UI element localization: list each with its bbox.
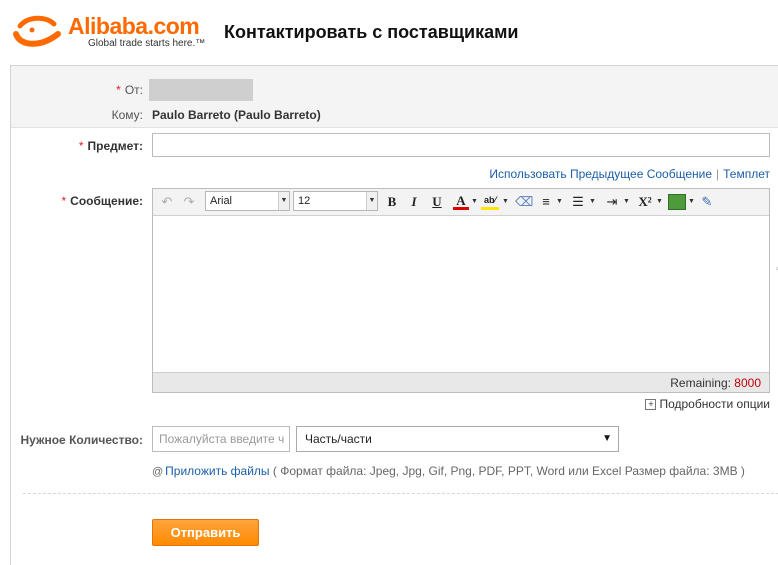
from-label: От: bbox=[124, 83, 143, 97]
send-button[interactable]: Отправить bbox=[152, 519, 259, 546]
contact-form: * От: Кому: Paulo Barreto (Paulo Barreto)… bbox=[10, 65, 778, 565]
font-size-select[interactable]: 12 ▼ bbox=[293, 191, 378, 211]
message-label-wrap: * Сообщение: bbox=[31, 194, 143, 208]
unit-value: Часть/части bbox=[305, 432, 372, 446]
subject-input[interactable] bbox=[152, 133, 770, 157]
divider bbox=[23, 493, 778, 494]
message-label: Сообщение: bbox=[70, 194, 143, 208]
sender-redacted bbox=[149, 79, 253, 101]
chevron-down-icon[interactable]: ▼ bbox=[589, 194, 596, 210]
message-body[interactable] bbox=[153, 216, 769, 372]
to-label: Кому: bbox=[111, 108, 143, 122]
chevron-down-icon: ▼ bbox=[278, 192, 289, 210]
font-family-value: Arial bbox=[210, 195, 233, 207]
quantity-label: Нужное Количество: bbox=[11, 433, 143, 447]
quantity-label-text: Нужное Количество: bbox=[20, 433, 143, 447]
alibaba-smile-icon bbox=[13, 15, 61, 47]
chevron-down-icon[interactable]: ▼ bbox=[688, 194, 695, 210]
superscript-icon[interactable]: X² bbox=[635, 194, 655, 210]
page-title: Контактировать с поставщиками bbox=[224, 22, 519, 42]
chevron-down-icon[interactable]: ▼ bbox=[656, 194, 663, 210]
undo-icon[interactable]: ↶ bbox=[159, 194, 175, 210]
required-mark: * bbox=[78, 139, 84, 153]
indent-icon[interactable]: ⇥ bbox=[603, 194, 621, 210]
quantity-input[interactable]: Пожалуйста введите ч bbox=[152, 426, 290, 452]
chevron-down-icon[interactable]: ▼ bbox=[556, 194, 563, 210]
highlight-color-icon[interactable]: ab⁄ bbox=[481, 194, 499, 210]
font-color-icon[interactable]: A bbox=[453, 194, 469, 210]
font-family-select[interactable]: Arial ▼ bbox=[205, 191, 290, 211]
bold-icon[interactable]: B bbox=[385, 194, 399, 210]
header: Alibaba.com Global trade starts here.™ К… bbox=[0, 0, 778, 64]
chevron-down-icon[interactable]: ▼ bbox=[471, 194, 478, 210]
align-icon[interactable]: ≡ bbox=[537, 194, 555, 210]
redo-icon[interactable]: ↷ bbox=[181, 194, 197, 210]
remaining-count: 8000 bbox=[734, 376, 761, 390]
brand-name: Alibaba.com bbox=[68, 13, 200, 39]
paperclip-icon: @ bbox=[152, 466, 164, 478]
attach-files-link[interactable]: Приложить файлы bbox=[165, 464, 269, 478]
quantity-placeholder: Пожалуйста введите ч bbox=[159, 432, 285, 446]
chevron-down-icon[interactable]: ▼ bbox=[623, 194, 630, 210]
list-icon[interactable]: ☰ bbox=[569, 194, 587, 210]
editor-toolbar: ↶ ↷ Arial ▼ 12 ▼ B I U A ▼ ab⁄ ▼ ⌫ ≡ ▼ ☰ ▼… bbox=[153, 189, 769, 216]
required-mark: * bbox=[61, 194, 67, 208]
unit-select[interactable]: Часть/части ▼ bbox=[296, 426, 619, 452]
plus-icon: + bbox=[645, 399, 657, 411]
image-icon[interactable] bbox=[668, 194, 686, 210]
editor-status-bar: Remaining: 8000 bbox=[153, 372, 769, 392]
rich-text-editor: ↶ ↷ Arial ▼ 12 ▼ B I U A ▼ ab⁄ ▼ ⌫ ≡ ▼ ☰ ▼… bbox=[152, 188, 770, 393]
chevron-down-icon: ▼ bbox=[366, 192, 377, 210]
subject-label: Предмет: bbox=[87, 139, 143, 153]
subject-label-wrap: * Предмет: bbox=[31, 139, 143, 153]
remaining-label: Remaining: bbox=[670, 376, 731, 390]
italic-icon[interactable]: I bbox=[407, 194, 421, 210]
brand-tagline: Global trade starts here.™ bbox=[88, 38, 206, 49]
underline-icon[interactable]: U bbox=[430, 194, 444, 210]
font-size-value: 12 bbox=[298, 195, 311, 207]
attachment-format-note: ( Формат файла: Jpeg, Jpg, Gif, Png, PDF… bbox=[272, 464, 745, 478]
alibaba-logo[interactable]: Alibaba.com Global trade starts here.™ bbox=[10, 12, 220, 56]
details-options-link[interactable]: + Подробности опции bbox=[645, 397, 770, 411]
edit-source-icon[interactable]: ✎ bbox=[699, 194, 715, 210]
attachment-row: @ Приложить файлы ( Формат файла: Jpeg, J… bbox=[152, 464, 745, 478]
chevron-down-icon[interactable]: ▼ bbox=[502, 194, 509, 210]
message-links: Использовать Предыдущее Сообщение | Темпле… bbox=[489, 167, 770, 181]
template-link[interactable]: Темплет bbox=[723, 167, 770, 181]
use-previous-message-link[interactable]: Использовать Предыдущее Сообщение bbox=[489, 167, 712, 181]
required-mark: * bbox=[116, 83, 121, 97]
eraser-icon[interactable]: ⌫ bbox=[515, 194, 533, 210]
link-separator: | bbox=[716, 167, 720, 181]
details-options-label: Подробности опции bbox=[659, 397, 770, 411]
from-label-wrap: * От: bbox=[51, 83, 143, 97]
sender-block: * От: Кому: Paulo Barreto (Paulo Barreto) bbox=[11, 66, 778, 128]
recipient-name: Paulo Barreto (Paulo Barreto) bbox=[152, 108, 321, 122]
chevron-down-icon: ▼ bbox=[602, 433, 612, 444]
